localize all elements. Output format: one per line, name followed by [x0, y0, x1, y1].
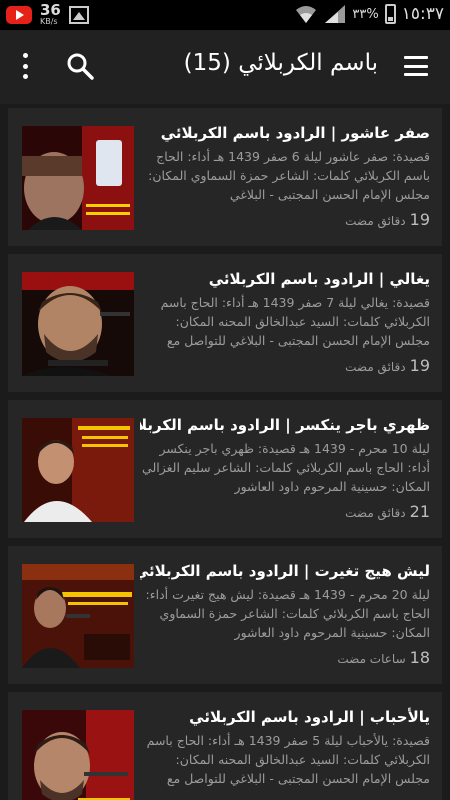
video-title[interactable]: صفر عاشور | الرادود باسم الكربلائي: [140, 122, 430, 144]
youtube-icon: [6, 5, 32, 24]
video-time-unit: دقائق مضت: [345, 214, 406, 228]
video-description: قصيدة: يالأحباب ليلة 5 صفر 1439 هـ أداء:…: [146, 733, 430, 786]
video-time-number: 18: [409, 648, 430, 667]
video-info: يغالي | الرادود باسم الكربلائي قصيدة: يغ…: [140, 268, 430, 375]
battery-icon: [384, 4, 396, 24]
video-thumbnail[interactable]: [22, 710, 134, 800]
wifi-icon: [296, 6, 317, 23]
clock: ١٥:٣٧: [401, 4, 444, 24]
video-card[interactable]: ليش هيج تغيرت | الرادود باسم الكربلائي ل…: [8, 546, 442, 684]
video-thumbnail[interactable]: [22, 272, 134, 376]
video-time-unit: ساعات مضت: [337, 652, 406, 666]
status-bar-left: 36 KB/s: [6, 3, 89, 26]
video-card[interactable]: صفر عاشور | الرادود باسم الكربلائي قصيدة…: [8, 108, 442, 246]
video-info: ليش هيج تغيرت | الرادود باسم الكربلائي ل…: [140, 560, 430, 667]
video-info: صفر عاشور | الرادود باسم الكربلائي قصيدة…: [140, 122, 430, 229]
video-time-number: 19: [409, 356, 430, 375]
video-list: صفر عاشور | الرادود باسم الكربلائي قصيدة…: [0, 104, 450, 800]
video-time-number: 19: [409, 210, 430, 229]
status-bar: 36 KB/s ٣٣% ١٥:٣٧: [0, 0, 450, 30]
video-thumbnail[interactable]: [22, 564, 134, 668]
signal-icon: [325, 5, 346, 23]
video-time-unit: دقائق مضت: [345, 506, 406, 520]
gallery-icon: [68, 5, 89, 24]
network-speed-unit: KB/s: [40, 17, 58, 26]
battery-percent: ٣٣%: [352, 6, 379, 22]
search-icon[interactable]: [66, 52, 94, 80]
page-title: باسم الكربلائي (15): [183, 50, 378, 76]
video-description: قصيدة: صفر عاشور ليلة 6 صفر 1439 هـ أداء…: [148, 149, 430, 202]
video-title[interactable]: ظهري باجر ينكسر | الرادود باسم الكربلائي: [140, 414, 430, 436]
video-card[interactable]: يغالي | الرادود باسم الكربلائي قصيدة: يغ…: [8, 254, 442, 392]
video-info: ظهري باجر ينكسر | الرادود باسم الكربلائي…: [140, 414, 430, 521]
video-description: ليلة 20 محرم - 1439 هـ قصيدة: ليش هيج تغ…: [145, 587, 430, 640]
video-description: ليلة 10 محرم - 1439 هـ قصيدة: ظهري باجر …: [142, 441, 430, 494]
video-time: 18 ساعات مضت: [140, 648, 430, 667]
network-speed-value: 36: [40, 1, 61, 19]
video-time: 19 دقائق مضت: [140, 356, 430, 375]
app-bar: باسم الكربلائي (15): [0, 30, 450, 104]
video-info: يالأحباب | الرادود باسم الكربلائي قصيدة:…: [140, 706, 430, 794]
video-title[interactable]: ليش هيج تغيرت | الرادود باسم الكربلائي: [140, 560, 430, 582]
video-title[interactable]: يالأحباب | الرادود باسم الكربلائي: [140, 706, 430, 728]
more-vert-icon[interactable]: [20, 53, 30, 79]
video-thumbnail[interactable]: [22, 418, 134, 522]
menu-icon[interactable]: [404, 56, 428, 76]
video-time-number: 21: [409, 502, 430, 521]
network-speed: 36 KB/s: [40, 3, 61, 26]
video-description: قصيدة: يغالي ليلة 7 صفر 1439 هـ أداء: ال…: [160, 295, 430, 348]
status-bar-right: ٣٣% ١٥:٣٧: [294, 4, 444, 24]
video-thumbnail[interactable]: [22, 126, 134, 230]
video-card[interactable]: ظهري باجر ينكسر | الرادود باسم الكربلائي…: [8, 400, 442, 538]
video-card[interactable]: يالأحباب | الرادود باسم الكربلائي قصيدة:…: [8, 692, 442, 800]
video-title[interactable]: يغالي | الرادود باسم الكربلائي: [140, 268, 430, 290]
video-time-unit: دقائق مضت: [345, 360, 406, 374]
video-time: 19 دقائق مضت: [140, 210, 430, 229]
video-time: 21 دقائق مضت: [140, 502, 430, 521]
